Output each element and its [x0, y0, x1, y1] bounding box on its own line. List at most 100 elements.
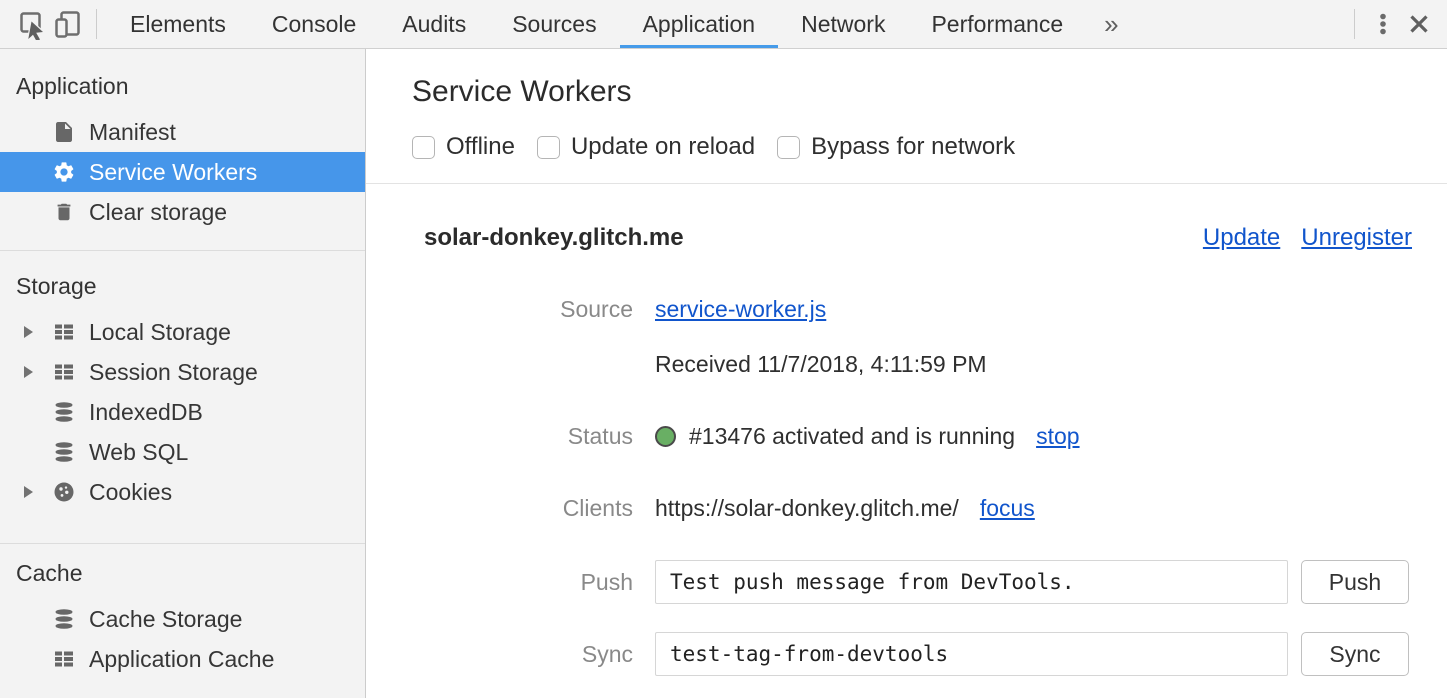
- offline-checkbox-group[interactable]: Offline: [412, 133, 515, 161]
- service-worker-options: Offline Update on reload Bypass for netw…: [412, 133, 1447, 161]
- status-row: Status #13476 activated and is running s…: [424, 423, 1412, 450]
- sidebar-item-label: Manifest: [89, 119, 176, 146]
- source-label: Source: [424, 296, 633, 323]
- sync-button[interactable]: Sync: [1301, 632, 1409, 676]
- bypass-for-network-checkbox-group[interactable]: Bypass for network: [777, 133, 1015, 161]
- sidebar-item-label: Cookies: [89, 479, 172, 506]
- sidebar-item-application-cache[interactable]: Application Cache: [0, 639, 365, 679]
- sidebar-item-label: Web SQL: [89, 439, 188, 466]
- application-sidebar: Application Manifest: [0, 49, 366, 698]
- source-file-link[interactable]: service-worker.js: [655, 296, 826, 323]
- worker-origin: solar-donkey.glitch.me: [424, 224, 1203, 252]
- update-link[interactable]: Update: [1203, 224, 1280, 252]
- expand-arrow-icon[interactable]: [24, 326, 52, 338]
- status-running-dot: [655, 426, 676, 447]
- table-icon: [52, 647, 76, 671]
- update-on-reload-checkbox-group[interactable]: Update on reload: [537, 133, 755, 161]
- sidebar-item-label: Cache Storage: [89, 606, 242, 633]
- toolbar-right-divider: [1354, 9, 1355, 39]
- service-worker-details: solar-donkey.glitch.me Update Unregister…: [366, 184, 1447, 676]
- bypass-for-network-checkbox[interactable]: [777, 136, 800, 159]
- sidebar-item-label: IndexedDB: [89, 399, 203, 426]
- focus-link[interactable]: focus: [980, 495, 1035, 522]
- sidebar-section-application: Application Manifest: [0, 49, 365, 251]
- gear-icon: [52, 160, 76, 184]
- sidebar-item-service-workers[interactable]: Service Workers: [0, 152, 365, 192]
- source-row: Source service-worker.js: [424, 296, 1412, 323]
- checkbox-label: Bypass for network: [811, 133, 1015, 161]
- status-text: #13476 activated and is running: [689, 423, 1015, 450]
- sidebar-item-label: Clear storage: [89, 199, 227, 226]
- toolbar-divider: [96, 9, 97, 39]
- push-row: Push Push: [424, 560, 1412, 604]
- checkbox-label: Update on reload: [571, 133, 755, 161]
- expand-arrow-icon[interactable]: [24, 486, 52, 498]
- sidebar-item-label: Application Cache: [89, 646, 274, 673]
- clients-label: Clients: [424, 495, 633, 522]
- document-icon: [52, 120, 76, 144]
- section-title-cache: Cache: [0, 560, 365, 587]
- push-label: Push: [424, 569, 633, 596]
- cookie-icon: [52, 480, 76, 504]
- received-timestamp: Received 11/7/2018, 4:11:59 PM: [655, 351, 1412, 378]
- sidebar-item-indexeddb[interactable]: IndexedDB: [0, 392, 365, 432]
- sidebar-item-clear-storage[interactable]: Clear storage: [0, 192, 365, 232]
- tab-elements[interactable]: Elements: [107, 0, 249, 48]
- devtools-content: Application Manifest: [0, 49, 1447, 698]
- sync-label: Sync: [424, 641, 633, 668]
- sidebar-item-cookies[interactable]: Cookies: [0, 472, 365, 512]
- table-icon: [52, 320, 76, 344]
- stop-link[interactable]: stop: [1036, 423, 1079, 450]
- sidebar-item-manifest[interactable]: Manifest: [0, 112, 365, 152]
- tab-application[interactable]: Application: [620, 0, 779, 48]
- sync-tag-input[interactable]: [655, 632, 1288, 676]
- tab-audits[interactable]: Audits: [379, 0, 489, 48]
- sidebar-item-label: Local Storage: [89, 319, 231, 346]
- database-icon: [52, 440, 76, 464]
- section-title-storage: Storage: [0, 273, 365, 300]
- sidebar-item-label: Session Storage: [89, 359, 258, 386]
- section-title-application: Application: [0, 73, 365, 100]
- devtools-toolbar: Elements Console Audits Sources Applicat…: [0, 0, 1447, 49]
- tab-sources[interactable]: Sources: [489, 0, 619, 48]
- sidebar-item-web-sql[interactable]: Web SQL: [0, 432, 365, 472]
- toolbar-spacer: [1137, 0, 1344, 48]
- toolbar-right-icons: [1344, 0, 1447, 48]
- inspect-element-icon[interactable]: [14, 6, 50, 42]
- trash-icon: [52, 200, 76, 224]
- tab-network[interactable]: Network: [778, 0, 908, 48]
- checkbox-label: Offline: [446, 133, 515, 161]
- worker-header-links: Update Unregister: [1203, 224, 1412, 252]
- devtools-window: Elements Console Audits Sources Applicat…: [0, 0, 1447, 698]
- received-row: Received 11/7/2018, 4:11:59 PM: [424, 351, 1412, 378]
- sidebar-section-cache: Cache Cache Storage: [0, 544, 365, 689]
- device-toolbar-icon[interactable]: [50, 6, 86, 42]
- sidebar-item-session-storage[interactable]: Session Storage: [0, 352, 365, 392]
- unregister-link[interactable]: Unregister: [1301, 224, 1412, 252]
- sidebar-item-local-storage[interactable]: Local Storage: [0, 312, 365, 352]
- tab-console[interactable]: Console: [249, 0, 379, 48]
- push-message-input[interactable]: [655, 560, 1288, 604]
- status-label: Status: [424, 423, 633, 450]
- client-url: https://solar-donkey.glitch.me/: [655, 495, 959, 522]
- clients-row: Clients https://solar-donkey.glitch.me/ …: [424, 495, 1412, 522]
- close-icon[interactable]: [1401, 6, 1437, 42]
- database-icon: [52, 607, 76, 631]
- tab-performance[interactable]: Performance: [908, 0, 1086, 48]
- service-workers-panel: Service Workers Offline Update on reload…: [366, 49, 1447, 698]
- sidebar-section-storage: Storage Local Storage: [0, 251, 365, 544]
- sync-row: Sync Sync: [424, 632, 1412, 676]
- worker-header: solar-donkey.glitch.me Update Unregister: [424, 224, 1412, 252]
- database-icon: [52, 400, 76, 424]
- push-button[interactable]: Push: [1301, 560, 1409, 604]
- update-on-reload-checkbox[interactable]: [537, 136, 560, 159]
- offline-checkbox[interactable]: [412, 136, 435, 159]
- table-icon: [52, 360, 76, 384]
- sidebar-item-cache-storage[interactable]: Cache Storage: [0, 599, 365, 639]
- panel-tabs: Elements Console Audits Sources Applicat…: [107, 0, 1137, 48]
- menu-dots-icon[interactable]: [1365, 6, 1401, 42]
- toolbar-left-icons: [0, 0, 86, 48]
- sidebar-item-label: Service Workers: [89, 159, 257, 186]
- more-tabs-icon[interactable]: »: [1086, 0, 1136, 48]
- expand-arrow-icon[interactable]: [24, 366, 52, 378]
